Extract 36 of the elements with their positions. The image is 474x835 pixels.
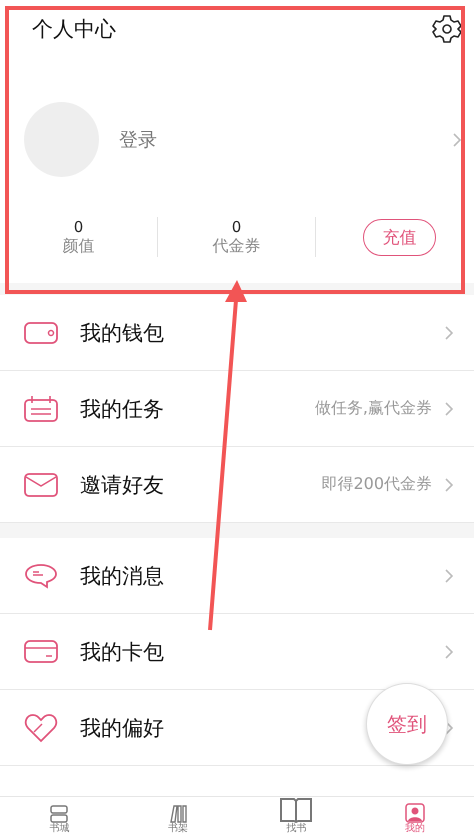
wallet-icon bbox=[24, 320, 58, 344]
tab[interactable]: 书架 bbox=[118, 797, 237, 835]
bookshelf-icon bbox=[168, 805, 187, 823]
menu-label: 我的消息 bbox=[80, 562, 164, 590]
menu-label: 我的钱包 bbox=[80, 320, 164, 346]
chevron-right-icon bbox=[444, 324, 454, 340]
page-title: 个人中心 bbox=[32, 16, 116, 43]
stat-value: 0 bbox=[74, 218, 84, 236]
calendar-icon bbox=[24, 394, 58, 422]
open-book-icon bbox=[280, 797, 312, 823]
settings-icon[interactable] bbox=[432, 14, 462, 44]
profile-icon bbox=[404, 803, 425, 823]
chevron-right-icon bbox=[452, 132, 462, 148]
menu-label: 我的卡包 bbox=[80, 638, 164, 666]
chevron-right-icon bbox=[444, 644, 454, 660]
menu-label: 我的偏好 bbox=[80, 714, 164, 742]
stat-value: 0 bbox=[232, 218, 242, 236]
stat-label: 颜值 bbox=[62, 236, 94, 256]
tab[interactable]: 我的 bbox=[356, 797, 474, 835]
recharge-button[interactable]: 充值 bbox=[363, 218, 436, 256]
chevron-right-icon bbox=[444, 568, 454, 584]
card-icon bbox=[24, 640, 58, 664]
chevron-right-icon bbox=[444, 400, 454, 416]
speech-bubble-icon bbox=[24, 562, 58, 588]
envelope-icon bbox=[24, 472, 58, 496]
chevron-right-icon bbox=[444, 476, 454, 492]
menu-hint: 做任务,赢代金券 bbox=[314, 398, 432, 419]
menu-label: 邀请好友 bbox=[80, 472, 164, 498]
login-link[interactable]: 登录 bbox=[119, 126, 452, 152]
store-icon bbox=[49, 805, 70, 823]
stat-label: 代金券 bbox=[212, 236, 260, 256]
heart-icon bbox=[24, 712, 58, 742]
tab[interactable]: 找书 bbox=[237, 797, 356, 835]
tab[interactable]: 书城 bbox=[0, 797, 118, 835]
menu-label: 我的任务 bbox=[80, 396, 164, 422]
menu-hint: 即得200代金券 bbox=[321, 474, 432, 495]
